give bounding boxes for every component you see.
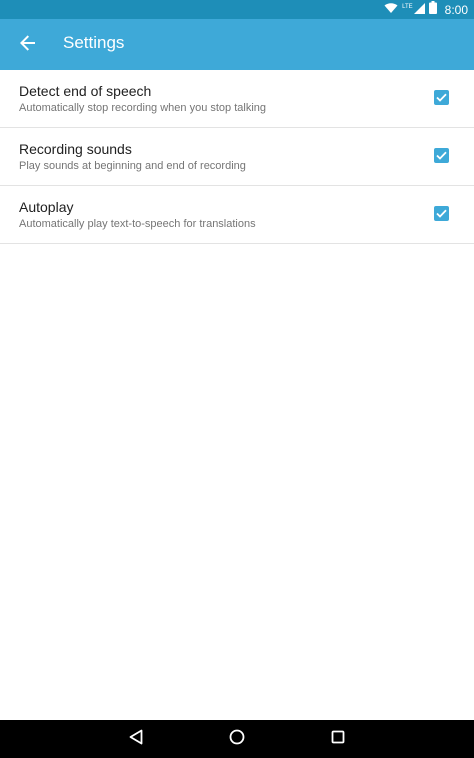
nav-back-button[interactable] bbox=[126, 729, 146, 749]
check-icon bbox=[436, 205, 447, 223]
nav-recents-button[interactable] bbox=[328, 729, 348, 749]
setting-summary: Play sounds at beginning and end of reco… bbox=[19, 160, 246, 172]
app-bar: Settings bbox=[0, 19, 474, 70]
setting-title: Recording sounds bbox=[19, 141, 132, 157]
nav-home-button[interactable] bbox=[227, 729, 247, 749]
autoplay-checkbox[interactable] bbox=[434, 206, 449, 221]
check-icon bbox=[436, 89, 447, 107]
wifi-icon bbox=[384, 1, 398, 19]
setting-summary: Automatically play text-to-speech for tr… bbox=[19, 218, 256, 230]
settings-screen: LTE 8:00 Settings Detect end of speech A… bbox=[0, 0, 474, 758]
battery-icon bbox=[428, 0, 437, 19]
setting-title: Detect end of speech bbox=[19, 83, 152, 99]
recents-square-icon bbox=[331, 730, 345, 749]
setting-title: Autoplay bbox=[19, 199, 74, 215]
setting-summary: Automatically stop recording when you st… bbox=[19, 102, 267, 114]
status-icons: LTE 8:00 bbox=[384, 0, 468, 19]
setting-recording-sounds[interactable]: Recording sounds Play sounds at beginnin… bbox=[0, 128, 474, 186]
signal-icon bbox=[413, 1, 425, 19]
navigation-bar bbox=[0, 720, 474, 758]
setting-autoplay[interactable]: Autoplay Automatically play text-to-spee… bbox=[0, 186, 474, 244]
arrow-back-icon bbox=[20, 34, 36, 56]
home-circle-icon bbox=[229, 729, 245, 750]
status-bar: LTE 8:00 bbox=[0, 0, 474, 19]
setting-detect-end-of-speech[interactable]: Detect end of speech Automatically stop … bbox=[0, 70, 474, 128]
settings-list: Detect end of speech Automatically stop … bbox=[0, 70, 474, 244]
back-triangle-icon bbox=[129, 729, 143, 750]
check-icon bbox=[436, 147, 447, 165]
status-time: 8:00 bbox=[444, 2, 468, 17]
back-button[interactable] bbox=[12, 29, 44, 61]
lte-label: LTE bbox=[402, 3, 413, 10]
page-title: Settings bbox=[63, 33, 125, 52]
recording-sounds-checkbox[interactable] bbox=[434, 148, 449, 163]
detect-end-of-speech-checkbox[interactable] bbox=[434, 90, 449, 105]
